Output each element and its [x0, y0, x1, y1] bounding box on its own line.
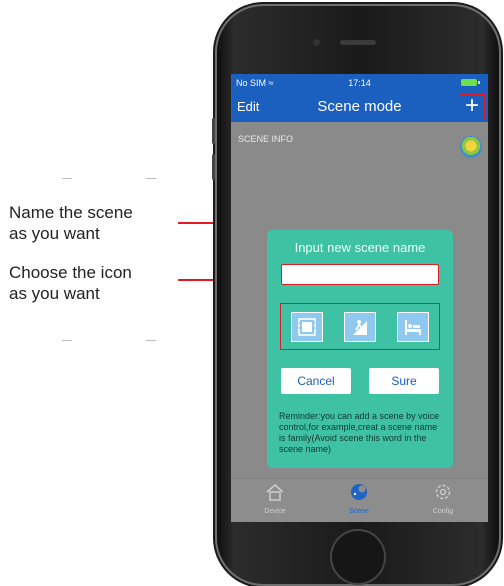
icon-picker — [280, 303, 440, 350]
phone-frame: No SIM ≈ 17:14 Edit Scene mode + SCENE I… — [212, 6, 499, 585]
reminder-text: Reminder:you can add a scene by voice co… — [279, 411, 440, 454]
status-bar: No SIM ≈ 17:14 — [231, 74, 488, 92]
tab-label: Device — [264, 508, 286, 515]
sleep-scene-icon[interactable] — [397, 312, 429, 342]
decorative-tick — [146, 340, 156, 341]
nav-bar: Edit Scene mode + — [231, 92, 488, 122]
app-screen: No SIM ≈ 17:14 Edit Scene mode + SCENE I… — [231, 74, 488, 522]
annotation-line: Choose the icon — [9, 263, 132, 282]
annotation-line: Name the scene — [9, 203, 133, 222]
tab-label: Config — [432, 508, 454, 515]
scene-name-input[interactable] — [281, 264, 439, 285]
sure-button[interactable]: Sure — [369, 368, 439, 394]
scene-icon — [351, 484, 367, 500]
scene-list: SCENE INFO Input new scene name Cancel S… — [231, 122, 488, 478]
gear-icon — [435, 484, 451, 500]
volume-button — [212, 154, 215, 180]
add-scene-button[interactable]: + — [459, 94, 485, 120]
cancel-button[interactable]: Cancel — [281, 368, 351, 394]
dialog-title: Input new scene name — [294, 240, 426, 255]
annotation-line: as you want — [9, 284, 100, 303]
clock: 17:14 — [348, 78, 371, 88]
tab-scene[interactable]: Scene — [329, 483, 389, 515]
tab-config[interactable]: Config — [413, 483, 473, 515]
home-button[interactable] — [330, 529, 386, 585]
annotation-line: as you want — [9, 224, 100, 243]
decorative-tick — [146, 178, 156, 179]
decorative-tick — [62, 178, 72, 179]
house-icon — [266, 484, 284, 501]
annotation-name-scene: Name the scene as you want — [9, 202, 133, 244]
front-camera — [313, 39, 320, 46]
tab-bar: Device Scene Config — [231, 478, 488, 522]
battery-icon — [461, 79, 480, 86]
annotation-choose-icon: Choose the icon as you want — [9, 262, 132, 304]
film-scene-icon[interactable] — [291, 312, 323, 342]
section-label: SCENE INFO — [238, 134, 294, 144]
bulb-icon[interactable] — [460, 136, 482, 158]
climbing-scene-icon[interactable] — [344, 312, 376, 342]
tab-device[interactable]: Device — [245, 483, 305, 515]
decorative-tick — [62, 340, 72, 341]
tab-label: Scene — [349, 508, 369, 515]
earpiece-speaker — [340, 40, 376, 45]
page-title: Scene mode — [317, 98, 402, 115]
volume-button — [212, 118, 215, 144]
new-scene-dialog: Input new scene name Cancel Sure Reminde… — [267, 230, 453, 468]
